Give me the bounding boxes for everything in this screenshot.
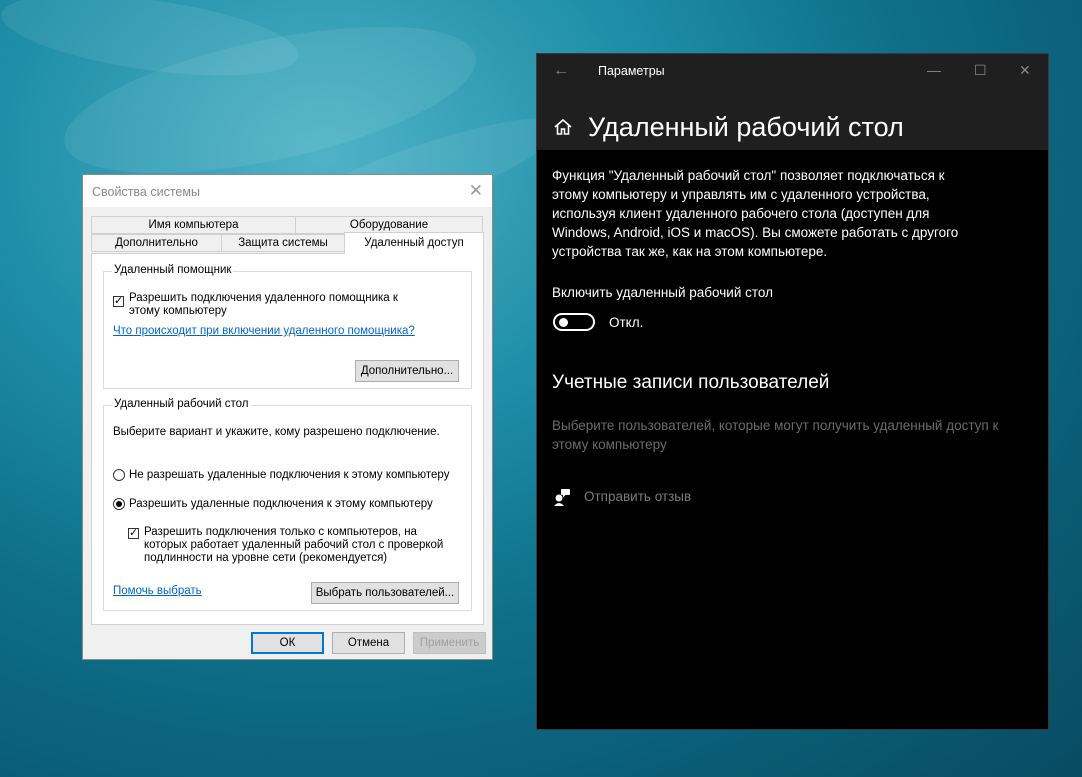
system-properties-dialog: Свойства системы ✕ Имя компьютера Оборуд… <box>82 174 493 660</box>
nla-checkbox-label: Разрешить подключения только с компьютер… <box>144 526 444 564</box>
feedback-link[interactable]: Отправить отзыв <box>584 489 691 504</box>
tab-computer-name[interactable]: Имя компьютера <box>91 216 296 234</box>
maximize-icon[interactable]: ☐ <box>974 62 987 79</box>
assistance-help-link[interactable]: Что происходит при включении удаленного … <box>113 325 415 337</box>
home-icon[interactable] <box>553 117 573 137</box>
toggle-label: Включить удаленный рабочий стол <box>552 285 773 300</box>
instruction-text: Выберите вариант и укажите, кому разреше… <box>113 426 440 438</box>
allow-radio[interactable] <box>113 498 125 510</box>
tab-system-protection[interactable]: Защита системы <box>221 234 345 252</box>
tab-panel: Удаленный помощник Разрешить подключения… <box>91 253 484 625</box>
group-title: Удаленный помощник <box>112 264 234 276</box>
apply-button[interactable]: Применить <box>413 632 486 654</box>
settings-window: ← Параметры — ☐ ✕ Удаленный рабочий стол… <box>536 53 1049 730</box>
toggle-knob <box>559 318 568 327</box>
dialog-titlebar: Свойства системы ✕ <box>83 175 492 207</box>
help-choose-link[interactable]: Помочь выбрать <box>113 585 202 597</box>
allow-assistance-label: Разрешить подключения удаленного помощни… <box>129 292 398 317</box>
description-text: Функция "Удаленный рабочий стол" позволя… <box>552 168 959 259</box>
feedback-icon <box>554 489 570 506</box>
remote-desktop-toggle[interactable] <box>553 313 595 331</box>
deny-radio[interactable] <box>113 469 125 481</box>
tab-remote[interactable]: Удаленный доступ <box>344 232 484 254</box>
accounts-description: Выберите пользователей, которые могут по… <box>552 418 999 452</box>
close-icon[interactable]: ✕ <box>469 181 483 201</box>
select-users-button[interactable]: Выбрать пользователей... <box>311 582 459 604</box>
minimize-icon[interactable]: — <box>927 62 941 78</box>
remote-desktop-group: Удаленный рабочий стол Выберите вариант … <box>103 398 472 611</box>
deny-radio-label: Не разрешать удаленные подключения к это… <box>129 469 450 481</box>
group-title: Удаленный рабочий стол <box>112 398 251 410</box>
toggle-state: Откл. <box>609 315 644 330</box>
nla-checkbox[interactable] <box>128 526 139 539</box>
allow-radio-label: Разрешить удаленные подключения к этому … <box>129 498 433 510</box>
cancel-button[interactable]: Отмена <box>332 632 405 654</box>
tab-advanced[interactable]: Дополнительно <box>91 234 222 252</box>
page-title: Удаленный рабочий стол <box>588 112 904 142</box>
advanced-button[interactable]: Дополнительно... <box>355 360 459 382</box>
back-arrow-icon[interactable]: ← <box>553 62 569 80</box>
ok-button[interactable]: ОК <box>251 632 324 654</box>
remote-assistance-group: Удаленный помощник Разрешить подключения… <box>103 264 472 389</box>
dialog-title: Свойства системы <box>92 185 200 199</box>
accounts-heading: Учетные записи пользователей <box>552 372 830 393</box>
allow-assistance-checkbox[interactable] <box>113 294 124 307</box>
settings-header: ← Параметры — ☐ ✕ Удаленный рабочий стол <box>537 54 1048 150</box>
window-title: Параметры <box>598 64 665 78</box>
close-icon[interactable]: ✕ <box>1019 62 1031 79</box>
